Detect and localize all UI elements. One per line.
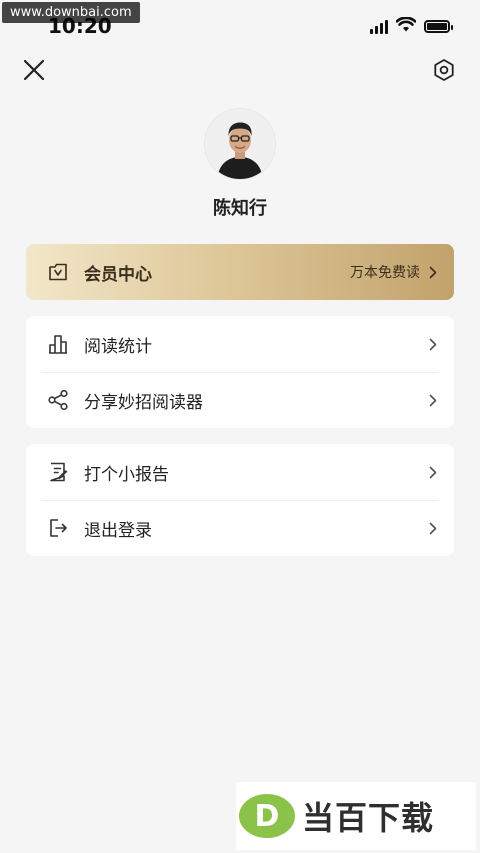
chevron-right-icon — [426, 521, 440, 535]
menu-group-stats: 阅读统计 分享妙招阅读器 — [26, 316, 454, 428]
chevron-right-icon — [426, 465, 440, 479]
status-icons — [370, 16, 453, 36]
username: 陈知行 — [213, 198, 267, 219]
menu-item-reading-stats[interactable]: 阅读统计 — [26, 316, 454, 372]
avatar-photo — [205, 109, 275, 179]
account-screen: 10:20 www.downbai.com 陈知行 会员中心 万本免费读 阅读统… — [0, 0, 480, 853]
share-reader-label: 分享妙招阅读器 — [84, 392, 203, 413]
wifi-icon — [395, 16, 417, 36]
menu-item-share-reader[interactable]: 分享妙招阅读器 — [26, 372, 454, 428]
menu-item-logout[interactable]: 退出登录 — [26, 500, 454, 556]
brand-watermark: D 当百下载 — [236, 782, 476, 850]
report-label: 打个小报告 — [84, 464, 169, 485]
brand-logo-letter: D — [255, 799, 280, 834]
logout-label: 退出登录 — [84, 520, 152, 541]
report-icon — [46, 460, 70, 484]
menu-item-report[interactable]: 打个小报告 — [26, 444, 454, 500]
member-promo-text: 万本免费读 — [350, 265, 420, 281]
member-center-card[interactable]: 会员中心 万本免费读 — [26, 244, 454, 300]
close-icon — [23, 59, 45, 85]
close-button[interactable] — [14, 52, 54, 92]
bar-chart-icon — [46, 332, 70, 356]
avatar[interactable] — [205, 109, 275, 179]
member-center-label: 会员中心 — [84, 264, 152, 285]
site-watermark: www.downbai.com — [2, 2, 140, 23]
chevron-right-icon — [426, 393, 440, 407]
logout-icon — [46, 516, 70, 540]
signal-icon — [370, 19, 388, 34]
settings-button[interactable] — [424, 52, 464, 92]
chevron-right-icon — [426, 337, 440, 351]
battery-icon — [424, 20, 453, 33]
brand-text: 当百下载 — [302, 799, 435, 837]
vip-bag-icon — [46, 260, 70, 284]
reading-stats-label: 阅读统计 — [84, 336, 152, 357]
chevron-right-icon — [426, 265, 440, 279]
gear-icon — [432, 58, 456, 86]
share-icon — [46, 388, 70, 412]
brand-logo-icon: D — [239, 794, 295, 838]
menu-group-account: 打个小报告 退出登录 — [26, 444, 454, 556]
